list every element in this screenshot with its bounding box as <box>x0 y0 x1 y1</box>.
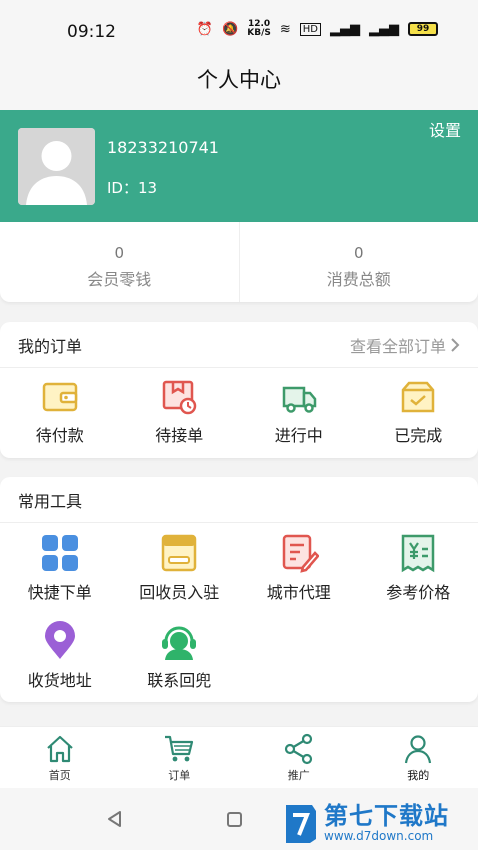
wallet-balance[interactable]: 0 会员零钱 <box>0 222 239 302</box>
home-square-icon[interactable] <box>227 812 242 827</box>
tools-grid: 快捷下单 回收员入驻 城市代理 参考价格 收货地址 联系回兜 <box>0 523 478 699</box>
order-awaiting-acceptance-label: 待接单 <box>155 426 204 445</box>
signal-icon-2: ▂▄▆ <box>369 21 399 37</box>
avatar-placeholder-icon <box>18 128 95 205</box>
status-bar: 09:12 ⏰ 🔕 12.0 KB/S ≋ HD ▂▄▆ ▂▄▆ 99 <box>0 0 478 58</box>
cart-icon <box>165 735 194 762</box>
signal-icon: ▂▄▆ <box>330 21 360 37</box>
back-icon[interactable] <box>106 810 124 828</box>
chevron-right-icon <box>451 337 460 352</box>
tool-city-agent[interactable]: 城市代理 <box>239 523 359 611</box>
tool-reference-price-label: 参考价格 <box>386 583 451 602</box>
title-bar: 个人中心 <box>0 58 478 110</box>
truck-icon <box>282 386 316 413</box>
home-icon <box>47 735 73 763</box>
order-in-progress-label: 进行中 <box>274 426 323 445</box>
receipt-yen-icon <box>402 534 435 573</box>
mute-icon: 🔕 <box>222 21 239 37</box>
id-card-icon <box>162 534 197 572</box>
nav-home[interactable]: 首页 <box>0 727 120 788</box>
view-all-orders-link[interactable]: 查看全部订单 <box>350 333 460 357</box>
battery-icon: 99 <box>408 22 438 36</box>
order-completed[interactable]: 已完成 <box>359 368 478 458</box>
common-tools-header: 常用工具 <box>0 477 478 523</box>
nav-mine-label: 我的 <box>407 769 430 782</box>
grid-icon <box>41 535 78 571</box>
tool-collector-join-label: 回收员入驻 <box>139 583 220 602</box>
total-spending-value: 0 <box>353 244 364 262</box>
tool-shipping-address-label: 收货地址 <box>27 671 92 690</box>
alarm-icon: ⏰ <box>196 21 214 37</box>
settings-link[interactable]: 设置 <box>429 117 461 141</box>
tool-shipping-address[interactable]: 收货地址 <box>0 611 120 699</box>
watermark-title: 第七下载站 <box>324 802 449 830</box>
network-speed: 12.0 KB/S <box>247 19 271 38</box>
common-tools-card: 常用工具 快捷下单 回收员入驻 城市代理 参考价格 收货地址 联系回兜 <box>0 477 478 702</box>
common-tools-title: 常用工具 <box>18 491 83 511</box>
order-awaiting-acceptance[interactable]: 待接单 <box>120 368 240 458</box>
customer-service-icon <box>162 626 197 660</box>
package-clock-icon <box>163 380 197 415</box>
watermark-subtitle: www.d7down.com <box>324 829 434 843</box>
hd-icon: HD <box>299 22 321 36</box>
nav-home-label: 首页 <box>48 769 71 782</box>
tool-quick-order-label: 快捷下单 <box>27 583 92 602</box>
nav-promote[interactable]: 推广 <box>239 727 359 788</box>
watermark-logo <box>286 805 316 843</box>
tool-contact-support-label: 联系回兜 <box>147 671 212 690</box>
tool-city-agent-label: 城市代理 <box>266 583 331 602</box>
box-check-icon <box>402 381 435 413</box>
user-id: ID：13 <box>107 179 158 197</box>
watermark: 第七下载站 www.d7down.com <box>282 796 478 850</box>
my-orders-card: 我的订单 查看全部订单 待付款 待接单 进行中 已完成 <box>0 322 478 458</box>
tool-collector-join[interactable]: 回收员入驻 <box>120 523 240 611</box>
order-status-grid: 待付款 待接单 进行中 已完成 <box>0 368 478 458</box>
order-pending-payment[interactable]: 待付款 <box>0 368 120 458</box>
user-icon <box>405 735 432 764</box>
avatar[interactable] <box>18 128 95 205</box>
user-phone: 18233210741 <box>107 138 219 157</box>
total-spending[interactable]: 0 消费总额 <box>238 222 478 302</box>
wallet-balance-label: 会员零钱 <box>87 270 152 289</box>
wifi-icon: ≋ <box>279 21 291 37</box>
share-icon <box>284 733 312 765</box>
wallet-balance-value: 0 <box>114 244 125 262</box>
nav-mine[interactable]: 我的 <box>359 727 478 788</box>
my-orders-header: 我的订单 查看全部订单 <box>0 322 478 368</box>
status-icons: ⏰ 🔕 12.0 KB/S ≋ HD ▂▄▆ ▂▄▆ 99 <box>197 20 438 38</box>
bottom-nav: 首页 订单 推广 我的 <box>0 726 478 788</box>
nav-promote-label: 推广 <box>287 769 310 782</box>
tool-reference-price[interactable]: 参考价格 <box>359 523 478 611</box>
tool-contact-support[interactable]: 联系回兜 <box>120 611 240 699</box>
total-spending-label: 消费总额 <box>326 270 391 289</box>
wallet-icon <box>42 382 77 412</box>
document-edit-icon <box>282 534 319 573</box>
tool-quick-order[interactable]: 快捷下单 <box>0 523 120 611</box>
location-pin-icon <box>44 621 75 659</box>
page-title: 个人中心 <box>197 68 281 92</box>
order-in-progress[interactable]: 进行中 <box>239 368 359 458</box>
nav-orders-label: 订单 <box>168 769 191 782</box>
status-time: 09:12 <box>67 22 116 42</box>
my-orders-title: 我的订单 <box>18 336 83 356</box>
order-completed-label: 已完成 <box>394 426 443 445</box>
order-pending-payment-label: 待付款 <box>35 426 84 445</box>
profile-header: 18233210741 ID：13 设置 <box>0 110 478 222</box>
wallet-summary: 0 会员零钱 0 消费总额 <box>0 222 478 302</box>
nav-orders[interactable]: 订单 <box>120 727 240 788</box>
